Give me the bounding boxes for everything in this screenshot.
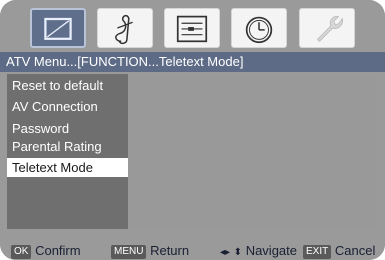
cancel-hint: EXIT Cancel <box>303 243 375 259</box>
menu-item-av-connection[interactable]: AV Connection <box>7 97 128 116</box>
picture-icon[interactable] <box>30 8 86 48</box>
confirm-hint: OK Confirm <box>11 243 81 259</box>
navigate-label: Navigate <box>245 243 297 258</box>
navigate-hint: ◂▸ ⬍ Navigate <box>220 243 297 259</box>
navigate-arrows-icon: ◂▸ <box>220 247 231 258</box>
menu-key: MENU <box>111 245 147 259</box>
return-hint: MENU Return <box>111 243 189 259</box>
tv-menu-screen: ATV Menu...[FUNCTION...Teletext Mode] Re… <box>0 0 385 260</box>
menu-item-reset-to-default[interactable]: Reset to default <box>7 76 128 95</box>
sound-icon[interactable] <box>97 8 153 48</box>
cancel-label: Cancel <box>334 243 376 258</box>
confirm-label: Confirm <box>35 243 81 258</box>
exit-key: EXIT <box>303 245 332 259</box>
hint-bar: OK Confirm MENU Return ◂▸ ⬍ Navigate EXI… <box>0 239 385 260</box>
content-pane <box>128 74 377 229</box>
menu-item-teletext-mode[interactable]: Teletext Mode <box>7 158 128 177</box>
menu-icon-bar <box>0 0 385 52</box>
channel-icon[interactable] <box>164 8 220 48</box>
timer-icon[interactable] <box>231 8 287 48</box>
menu-list: Reset to default AV Connection Password … <box>7 74 128 229</box>
function-icon[interactable] <box>299 8 355 48</box>
menu-item-parental-rating[interactable]: Parental Rating <box>7 137 128 156</box>
return-label: Return <box>150 243 190 258</box>
menu-item-password[interactable]: Password <box>7 119 128 138</box>
up-down-arrows-icon: ⬍ <box>233 247 243 258</box>
breadcrumb: ATV Menu...[FUNCTION...Teletext Mode] <box>0 52 385 72</box>
ok-key: OK <box>11 245 32 259</box>
